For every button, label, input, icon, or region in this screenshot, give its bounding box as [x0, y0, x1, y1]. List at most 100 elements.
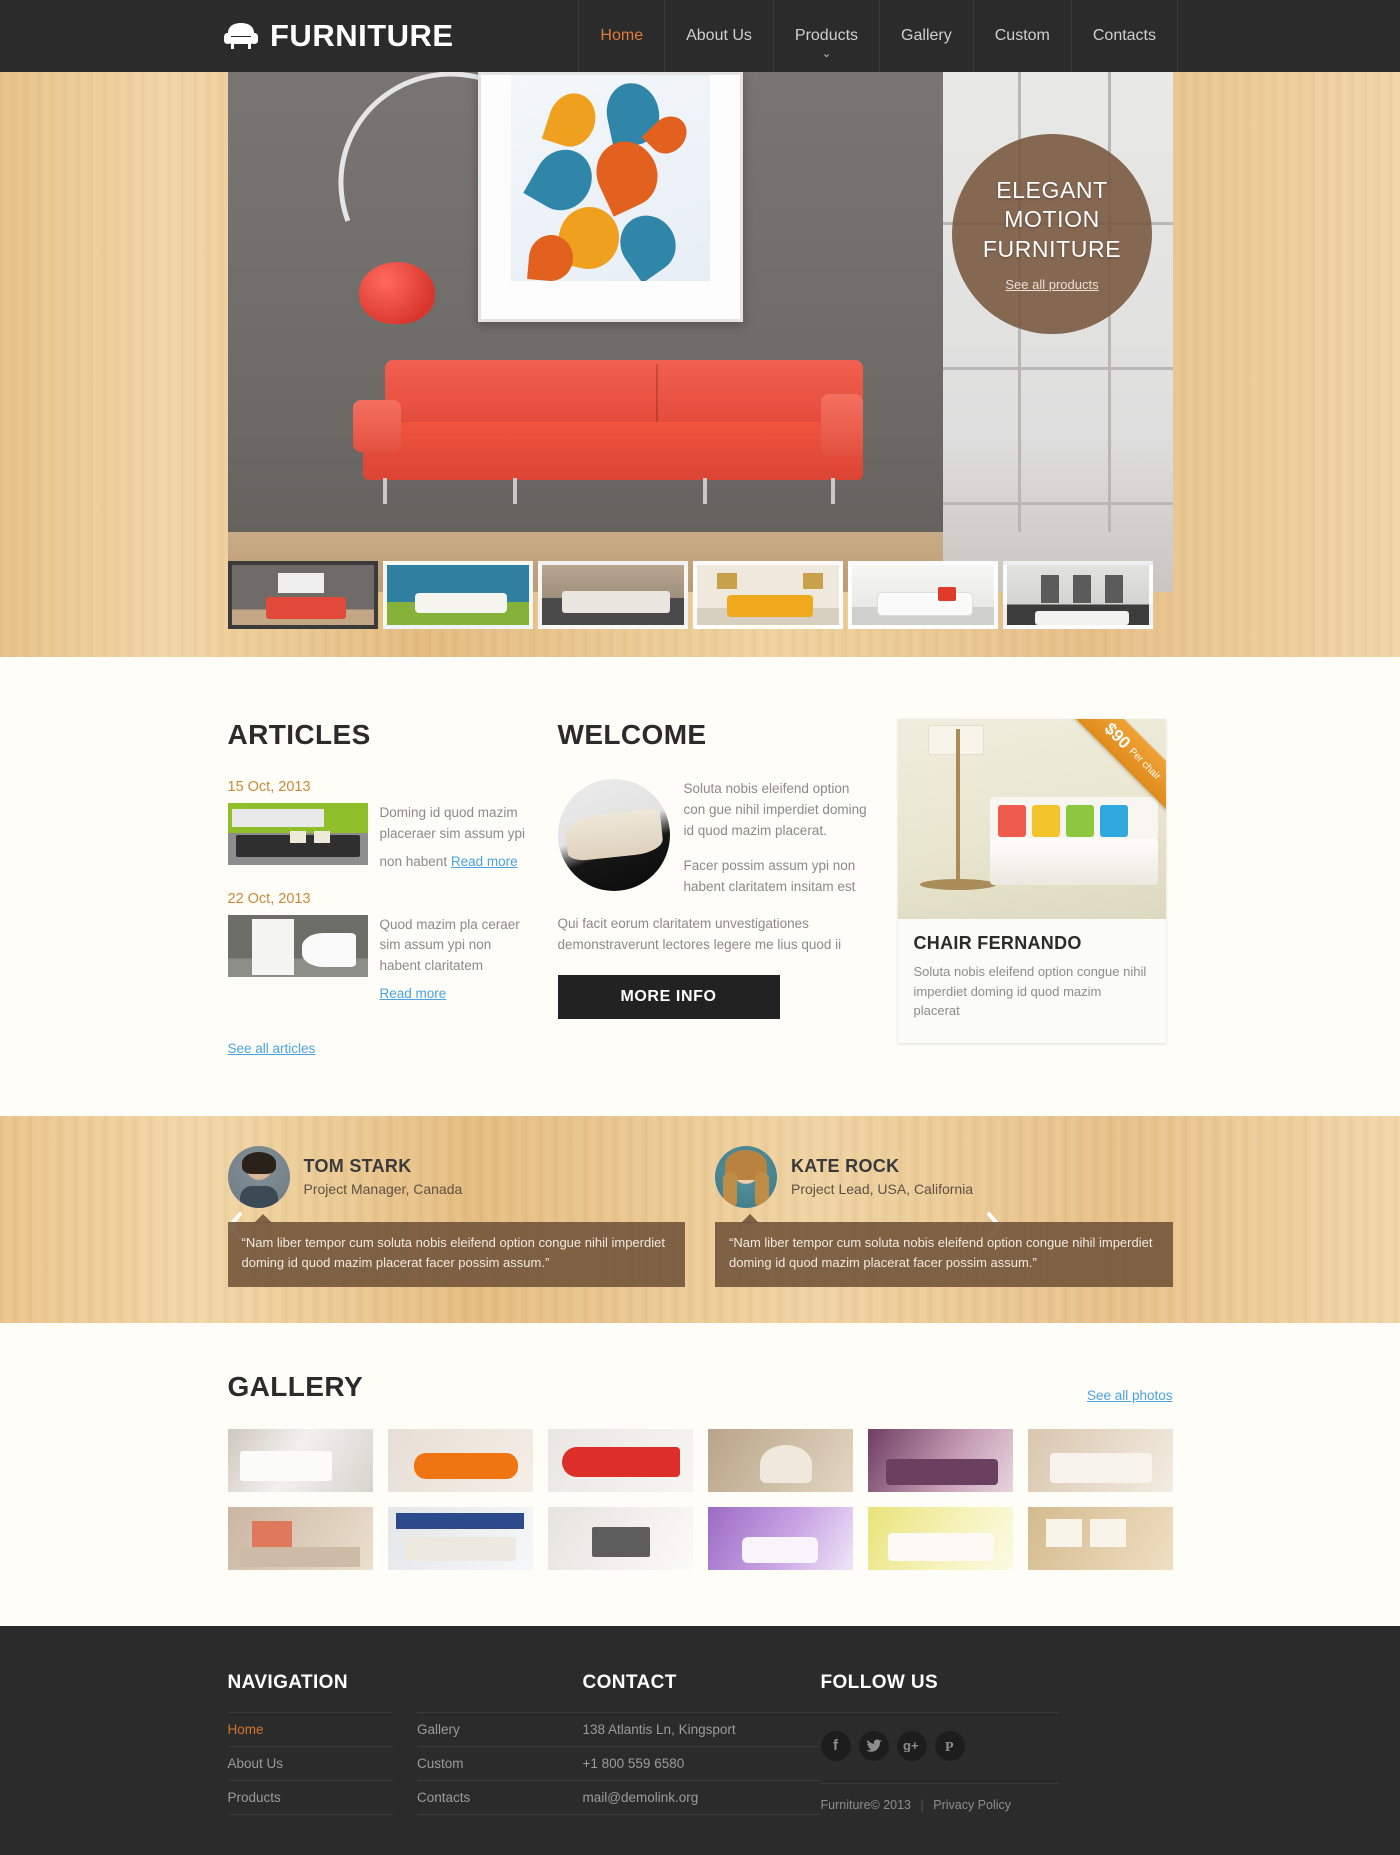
hero-thumb[interactable]: [693, 561, 843, 629]
see-all-products-link[interactable]: See all products: [1005, 277, 1098, 292]
welcome-title: WELCOME: [557, 719, 707, 750]
wall-picture-frame: [478, 72, 743, 322]
article-item: 15 Oct, 2013 Doming id quod mazim placer…: [227, 779, 528, 873]
google-plus-icon[interactable]: g+: [896, 1730, 927, 1761]
testimonial-role: Project Lead, USA, California: [791, 1181, 974, 1198]
pinterest-icon[interactable]: P: [934, 1730, 965, 1761]
gallery-item[interactable]: [547, 1506, 693, 1570]
gallery-item[interactable]: [387, 1428, 533, 1492]
footer-email[interactable]: mail@demolink.org: [582, 1779, 821, 1815]
article-read-more-link[interactable]: Read more: [451, 852, 518, 873]
footer-phone[interactable]: +1 800 559 6580: [582, 1745, 821, 1780]
nav-item-contacts[interactable]: Contacts: [1070, 0, 1178, 72]
see-all-articles-link[interactable]: See all articles: [228, 1041, 316, 1056]
testimonial-role: Project Manager, Canada: [303, 1181, 463, 1198]
hero-thumb[interactable]: [383, 561, 533, 629]
nav-label: Home: [600, 27, 644, 44]
armchair-icon: [222, 21, 260, 51]
gallery-item[interactable]: [547, 1428, 693, 1492]
footer-contact: CONTACT 138 Atlantis Ln, Kingsport +1 80…: [582, 1671, 821, 1815]
footer-link-contacts[interactable]: Contacts: [417, 1779, 583, 1815]
footer-link-home[interactable]: Home: [227, 1711, 393, 1746]
footer-address: 138 Atlantis Ln, Kingsport: [582, 1711, 821, 1746]
footer-link-products[interactable]: Products: [227, 1779, 393, 1815]
svg-text:g+: g+: [903, 1739, 919, 1752]
gallery-grid: [227, 1428, 1173, 1570]
testimonial-item: KATE ROCK Project Lead, USA, California …: [715, 1145, 1173, 1288]
footer-link-custom[interactable]: Custom: [417, 1745, 583, 1780]
gallery-item[interactable]: [867, 1428, 1013, 1492]
testimonial-quote: “Nam liber tempor cum soluta nobis eleif…: [227, 1213, 685, 1288]
avatar: [715, 1145, 777, 1208]
main-navigation: Home About Us Products ⌄ Gallery Custom …: [578, 0, 1178, 72]
welcome-section: WELCOME Soluta nobis eleifend option con…: [557, 719, 868, 1020]
footer-link-gallery[interactable]: Gallery: [417, 1711, 583, 1746]
chevron-down-icon: ⌄: [821, 48, 832, 60]
social-links: f g+ P: [820, 1730, 1059, 1761]
article-date: 15 Oct, 2013: [227, 779, 311, 795]
gallery-section: GALLERY See all photos: [0, 1322, 1400, 1626]
privacy-policy-link[interactable]: Privacy Policy: [933, 1798, 1011, 1812]
gallery-item[interactable]: [707, 1428, 853, 1492]
testimonial-item: TOM STARK Project Manager, Canada “Nam l…: [227, 1145, 685, 1288]
gallery-item[interactable]: [1027, 1506, 1173, 1570]
gallery-item[interactable]: [227, 1428, 373, 1492]
site-header: FURNITURE Home About Us Products ⌄ Galle…: [0, 0, 1400, 72]
hero-thumb[interactable]: [538, 561, 688, 629]
footer-nav-title: NAVIGATION: [227, 1671, 348, 1693]
product-description: Soluta nobis eleifend option congue nihi…: [913, 964, 1147, 1018]
nav-item-about-us[interactable]: About Us: [664, 0, 773, 72]
logo-text: FURNITURE: [270, 18, 454, 53]
red-sofa: [353, 360, 863, 504]
footer-follow: FOLLOW US f g+ P Furniture© 2013 | Priva…: [820, 1671, 1059, 1815]
footer-nav-column-2: Gallery Custom Contacts: [417, 1711, 583, 1815]
copyright-text: Furniture© 2013: [820, 1797, 912, 1812]
nav-item-custom[interactable]: Custom: [972, 0, 1071, 72]
featured-product-card[interactable]: $90 Per chair CHAIR FERNANDO Soluta nobi…: [897, 719, 1166, 1043]
article-thumbnail[interactable]: [227, 803, 368, 865]
article-read-more-link[interactable]: Read more: [380, 984, 447, 1005]
articles-section: ARTICLES 15 Oct, 2013 Doming id quod maz…: [227, 719, 528, 1058]
footer-link-about-us[interactable]: About Us: [227, 1745, 393, 1780]
nav-label: Contacts: [1092, 27, 1156, 44]
hero-headline-line1: ELEGANT: [996, 176, 1108, 203]
welcome-paragraph-3: Qui facit eorum claritatem unvestigation…: [557, 915, 842, 952]
product-image: $90 Per chair: [897, 719, 1166, 919]
nav-item-gallery[interactable]: Gallery: [879, 0, 973, 72]
article-item: 22 Oct, 2013 Quod mazim pla ceraer sim a…: [227, 890, 528, 1005]
gallery-item[interactable]: [1027, 1428, 1173, 1492]
product-title: CHAIR FERNANDO: [913, 933, 1082, 953]
logo[interactable]: FURNITURE: [222, 18, 454, 54]
articles-title: ARTICLES: [227, 719, 371, 750]
nav-item-products[interactable]: Products ⌄: [772, 0, 879, 72]
hero-thumb[interactable]: [228, 561, 378, 629]
chair-shape: [563, 808, 664, 862]
hero-headline: ELEGANT MOTION FURNITURE: [983, 176, 1121, 264]
hero-thumb[interactable]: [848, 561, 998, 629]
hero-thumb[interactable]: [1003, 561, 1153, 629]
testimonial-quote: “Nam liber tempor cum soluta nobis eleif…: [715, 1213, 1173, 1288]
footer-navigation: NAVIGATION Home About Us Products Galler…: [227, 1671, 583, 1815]
article-text: Quod mazim pla ceraer sim assum ypi non …: [379, 916, 520, 973]
article-thumbnail[interactable]: [227, 914, 368, 977]
twitter-icon[interactable]: [858, 1730, 889, 1761]
more-info-button[interactable]: MORE INFO: [557, 975, 780, 1020]
article-date: 22 Oct, 2013: [227, 890, 311, 907]
welcome-paragraph-2: Facer possim assum ypi non habent clarit…: [683, 857, 856, 894]
gallery-item[interactable]: [387, 1506, 533, 1570]
gallery-item[interactable]: [227, 1506, 373, 1570]
gallery-item[interactable]: [867, 1506, 1013, 1570]
lamp-shade: [359, 262, 435, 324]
footer-follow-title: FOLLOW US: [820, 1671, 939, 1693]
gallery-title: GALLERY: [227, 1370, 364, 1402]
hero-thumbnail-strip: [228, 561, 1173, 629]
gallery-item[interactable]: [707, 1506, 853, 1570]
nav-item-home[interactable]: Home: [578, 0, 664, 72]
footer-contact-title: CONTACT: [582, 1671, 677, 1693]
product-price: $90: [1100, 719, 1134, 753]
see-all-photos-link[interactable]: See all photos: [1087, 1388, 1173, 1403]
nav-label: Custom: [994, 27, 1050, 44]
nav-label: Gallery: [901, 27, 952, 44]
testimonial-name: TOM STARK: [303, 1156, 412, 1177]
facebook-icon[interactable]: f: [820, 1730, 851, 1761]
